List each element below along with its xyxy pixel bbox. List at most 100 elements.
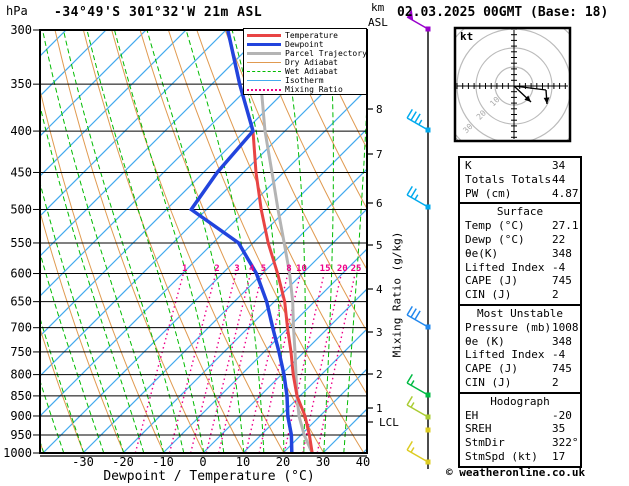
legend-label: Temperature	[285, 31, 338, 40]
index-label: PW (cm)	[465, 186, 512, 200]
index-row: K 34	[460, 159, 580, 173]
legend-label: Parcel Trajectory	[285, 49, 367, 58]
copyright: © weatheronline.co.uk	[446, 466, 586, 479]
index-value: 44	[552, 172, 566, 186]
wind-barb-tick	[414, 310, 421, 320]
index-label: StmDir	[465, 436, 505, 450]
pressure-tick-label: 450	[10, 165, 32, 179]
legend-swatch	[247, 88, 281, 91]
indices-section: Most Unstable Pressure (mb) 1008 θe (K) 348 L…	[458, 303, 582, 394]
pressure-tick-label: 700	[10, 321, 32, 335]
mixing-ratio-value-label: 25	[351, 264, 362, 274]
mixing-ratio-value-label: 15	[320, 264, 331, 274]
index-label: SREH	[465, 422, 492, 436]
indices-section: K 34 Totals Totals 44 PW (cm) 4.87	[458, 156, 582, 205]
index-value: 2	[552, 288, 559, 302]
pressure-tick-label: 800	[10, 368, 32, 382]
index-row: θe(K) 348	[460, 247, 580, 261]
legend-swatch	[247, 80, 281, 81]
index-row: Totals Totals 44	[460, 173, 580, 187]
wind-barb-tick	[406, 109, 413, 119]
sounding-page: 1 2 3 4 5 8 10 15 20 25 300 350 400 450 500 550 600 650 70…	[0, 0, 629, 486]
index-value: 34	[552, 159, 566, 172]
km-tick-label: 7	[376, 148, 383, 161]
wind-barb-halftick	[410, 447, 415, 453]
legend-item: Wet Adiabat	[247, 67, 366, 76]
index-label: Totals Totals	[465, 172, 552, 186]
index-label: Pressure (mb)	[465, 320, 552, 334]
index-row: CIN (J) 2	[460, 376, 580, 390]
index-value: 2	[552, 375, 559, 389]
indices-section-header: Hodograph	[490, 394, 550, 408]
x-axis-label: Dewpoint / Temperature (°C)	[103, 469, 315, 484]
wind-barb-halftick	[410, 402, 415, 408]
wind-level-marker	[425, 414, 431, 420]
wind-barb-tick	[406, 186, 413, 196]
legend-swatch	[247, 62, 281, 63]
hodograph-shear-line	[513, 85, 547, 91]
station-title: -34°49'S 301°32'W 21m ASL	[54, 5, 263, 20]
hodograph-ring-label: 20	[475, 108, 488, 121]
pressure-tick-label: 400	[10, 124, 32, 138]
pressure-unit-label: hPa	[6, 4, 28, 18]
pressure-tick-label: 900	[10, 409, 32, 423]
indices-section-header: Most Unstable	[476, 306, 564, 320]
km-tick-label: 2	[376, 368, 383, 381]
legend-swatch	[247, 71, 281, 72]
legend-label: Wet Adiabat	[285, 67, 338, 76]
wind-level-marker	[425, 26, 431, 32]
pressure-tick-label: 1000	[3, 446, 32, 460]
temp-tick-label: -10	[152, 455, 174, 469]
pressure-tick-label: 550	[10, 236, 32, 250]
index-label: Lifted Index	[465, 260, 545, 274]
temp-tick-label: 40	[356, 455, 370, 469]
index-label: K	[465, 159, 472, 172]
wind-barb-halftick	[418, 119, 423, 126]
pressure-tick-label: 850	[10, 389, 32, 403]
temp-tick-label: 0	[199, 455, 206, 469]
dry-adiabat-line	[54, 31, 204, 452]
wind-barb-stem	[406, 382, 429, 396]
pressure-tick-label: 950	[10, 428, 32, 442]
wind-barb-tick	[406, 306, 413, 316]
mixing-ratio-value-label: 8	[286, 264, 291, 274]
wind-barb-halftick	[410, 380, 415, 386]
wind-level-marker	[425, 204, 431, 210]
index-value: 4.87	[552, 186, 579, 200]
index-row: CAPE (J) 745	[460, 274, 580, 288]
index-value: 22	[552, 232, 566, 246]
index-value: 745	[552, 362, 572, 376]
km-tick-label: 5	[376, 239, 383, 252]
wind-barb-stem	[406, 404, 429, 418]
indices-panel: K 34 Totals Totals 44 PW (cm) 4.87 Surface Temp…	[458, 156, 582, 468]
index-label: CIN (J)	[465, 288, 512, 302]
wind-level-marker	[425, 127, 431, 133]
hodograph-ring-label: 10	[488, 95, 501, 108]
indices-section: Surface Temp (°C) 27.1 Dewp (°C) 22 θe(K) 348 L…	[458, 202, 582, 306]
wind-barb-stem	[406, 449, 429, 463]
temp-tick-label: 10	[236, 455, 250, 469]
legend: Temperature Dewpoint Parcel Trajectory Dry …	[243, 28, 367, 95]
mixing-ratio-axis-label: Mixing Ratio (g/kg)	[390, 231, 404, 358]
km-tick-label: 3	[376, 326, 383, 339]
index-label: CAPE (J)	[465, 274, 518, 288]
legend-item: Parcel Trajectory	[247, 49, 367, 58]
pressure-tick-label: 500	[10, 202, 32, 216]
wind-barb-tick	[410, 111, 417, 121]
index-label: Temp (°C)	[465, 219, 525, 233]
wind-barb-stem	[406, 314, 429, 328]
index-label: θe (K)	[465, 334, 505, 348]
index-value: 17	[552, 449, 566, 463]
mixing-ratio-value-label: 20	[337, 264, 348, 274]
index-label: θe(K)	[465, 246, 499, 260]
temp-axis: -30 -20 -10 0 10 20 30 40	[72, 455, 370, 469]
index-value: 745	[552, 274, 572, 288]
index-row: Dewp (°C) 22	[460, 233, 580, 247]
mixing-ratio-value-label: 2	[214, 264, 219, 274]
index-label: StmSpd (kt)	[465, 449, 538, 463]
isotherm-line	[41, 31, 226, 216]
km-tick-label: 1	[376, 402, 383, 415]
wind-level-marker	[425, 324, 431, 330]
index-label: Dewp (°C)	[465, 232, 525, 246]
index-value: 27.1	[552, 219, 579, 233]
